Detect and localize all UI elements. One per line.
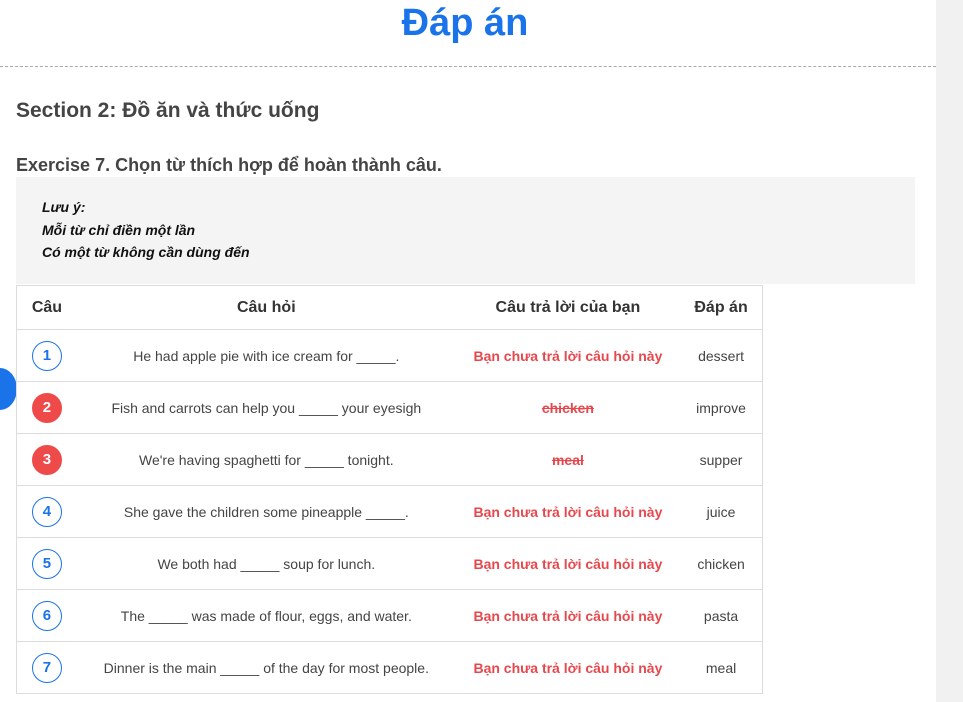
correct-answer: improve [680, 381, 763, 434]
your-answer: Bạn chưa trả lời câu hỏi này [473, 347, 663, 364]
correct-answer: pasta [680, 589, 763, 642]
question-number-badge[interactable]: 7 [31, 652, 62, 683]
note-box: Lưu ý: Mỗi từ chỉ điền một lần Có một từ… [16, 177, 915, 284]
correct-answer: chicken [680, 537, 763, 590]
section-title: Section 2: Đồ ăn và thức uống [16, 99, 320, 122]
question-text: We both had _____ soup for lunch. [76, 537, 456, 590]
note-line: Mỗi từ chỉ điền một lần [42, 222, 196, 238]
question-number-badge[interactable]: 4 [31, 496, 62, 527]
question-number-badge[interactable]: 5 [31, 548, 62, 579]
correct-answer: juice [680, 485, 763, 538]
exercise-title: Exercise 7. Chọn từ thích hợp để hoàn th… [16, 155, 442, 175]
question-number-badge[interactable]: 2 [31, 392, 62, 423]
your-answer: Bạn chưa trả lời câu hỏi này [473, 659, 663, 676]
question-number-badge[interactable]: 6 [31, 600, 62, 631]
correct-answer: dessert [680, 329, 763, 382]
your-answer: meal [551, 451, 584, 468]
your-answer: Bạn chưa trả lời câu hỏi này [473, 555, 663, 572]
header-question: Câu hỏi [76, 285, 456, 330]
question-text: Dinner is the main _____ of the day for … [76, 641, 456, 694]
question-text: The _____ was made of flour, eggs, and w… [76, 589, 456, 642]
correct-answer: supper [680, 433, 763, 486]
table-row: 2 Fish and carrots can help you _____ yo… [16, 381, 763, 434]
table-header-row: Câu Câu hỏi Câu trả lời của bạn Đáp án [16, 285, 763, 330]
question-text: Fish and carrots can help you _____ your… [76, 381, 456, 434]
header-correct-answer: Đáp án [680, 285, 763, 330]
note-line: Có một từ không cần dùng đến [42, 244, 250, 260]
question-text: He had apple pie with ice cream for ____… [76, 329, 456, 382]
page-title: Đáp án [401, 2, 529, 44]
table-row: 4 She gave the children some pineapple _… [16, 485, 763, 538]
question-text: She gave the children some pineapple ___… [76, 485, 456, 538]
table-row: 5 We both had _____ soup for lunch. Bạn … [16, 537, 763, 590]
your-answer: chicken [541, 399, 594, 416]
table-row: 1 He had apple pie with ice cream for __… [16, 329, 763, 382]
answers-table: Câu Câu hỏi Câu trả lời của bạn Đáp án 1… [16, 285, 763, 694]
table-row: 6 The _____ was made of flour, eggs, and… [16, 589, 763, 642]
header-num: Câu [16, 285, 77, 330]
divider [0, 66, 936, 67]
your-answer: Bạn chưa trả lời câu hỏi này [473, 503, 663, 520]
question-number-badge[interactable]: 3 [31, 444, 62, 475]
side-nav-button[interactable] [0, 368, 17, 410]
table-row: 3 We're having spaghetti for _____ tonig… [16, 433, 763, 486]
your-answer: Bạn chưa trả lời câu hỏi này [473, 607, 663, 624]
note-heading: Lưu ý: [42, 199, 86, 215]
correct-answer: meal [680, 641, 763, 694]
question-number-badge[interactable]: 1 [31, 340, 62, 371]
scrollbar-track[interactable] [936, 0, 963, 702]
table-row: 7 Dinner is the main _____ of the day fo… [16, 641, 763, 694]
question-text: We're having spaghetti for _____ tonight… [76, 433, 456, 486]
header-your-answer: Câu trả lời của bạn [455, 285, 681, 330]
